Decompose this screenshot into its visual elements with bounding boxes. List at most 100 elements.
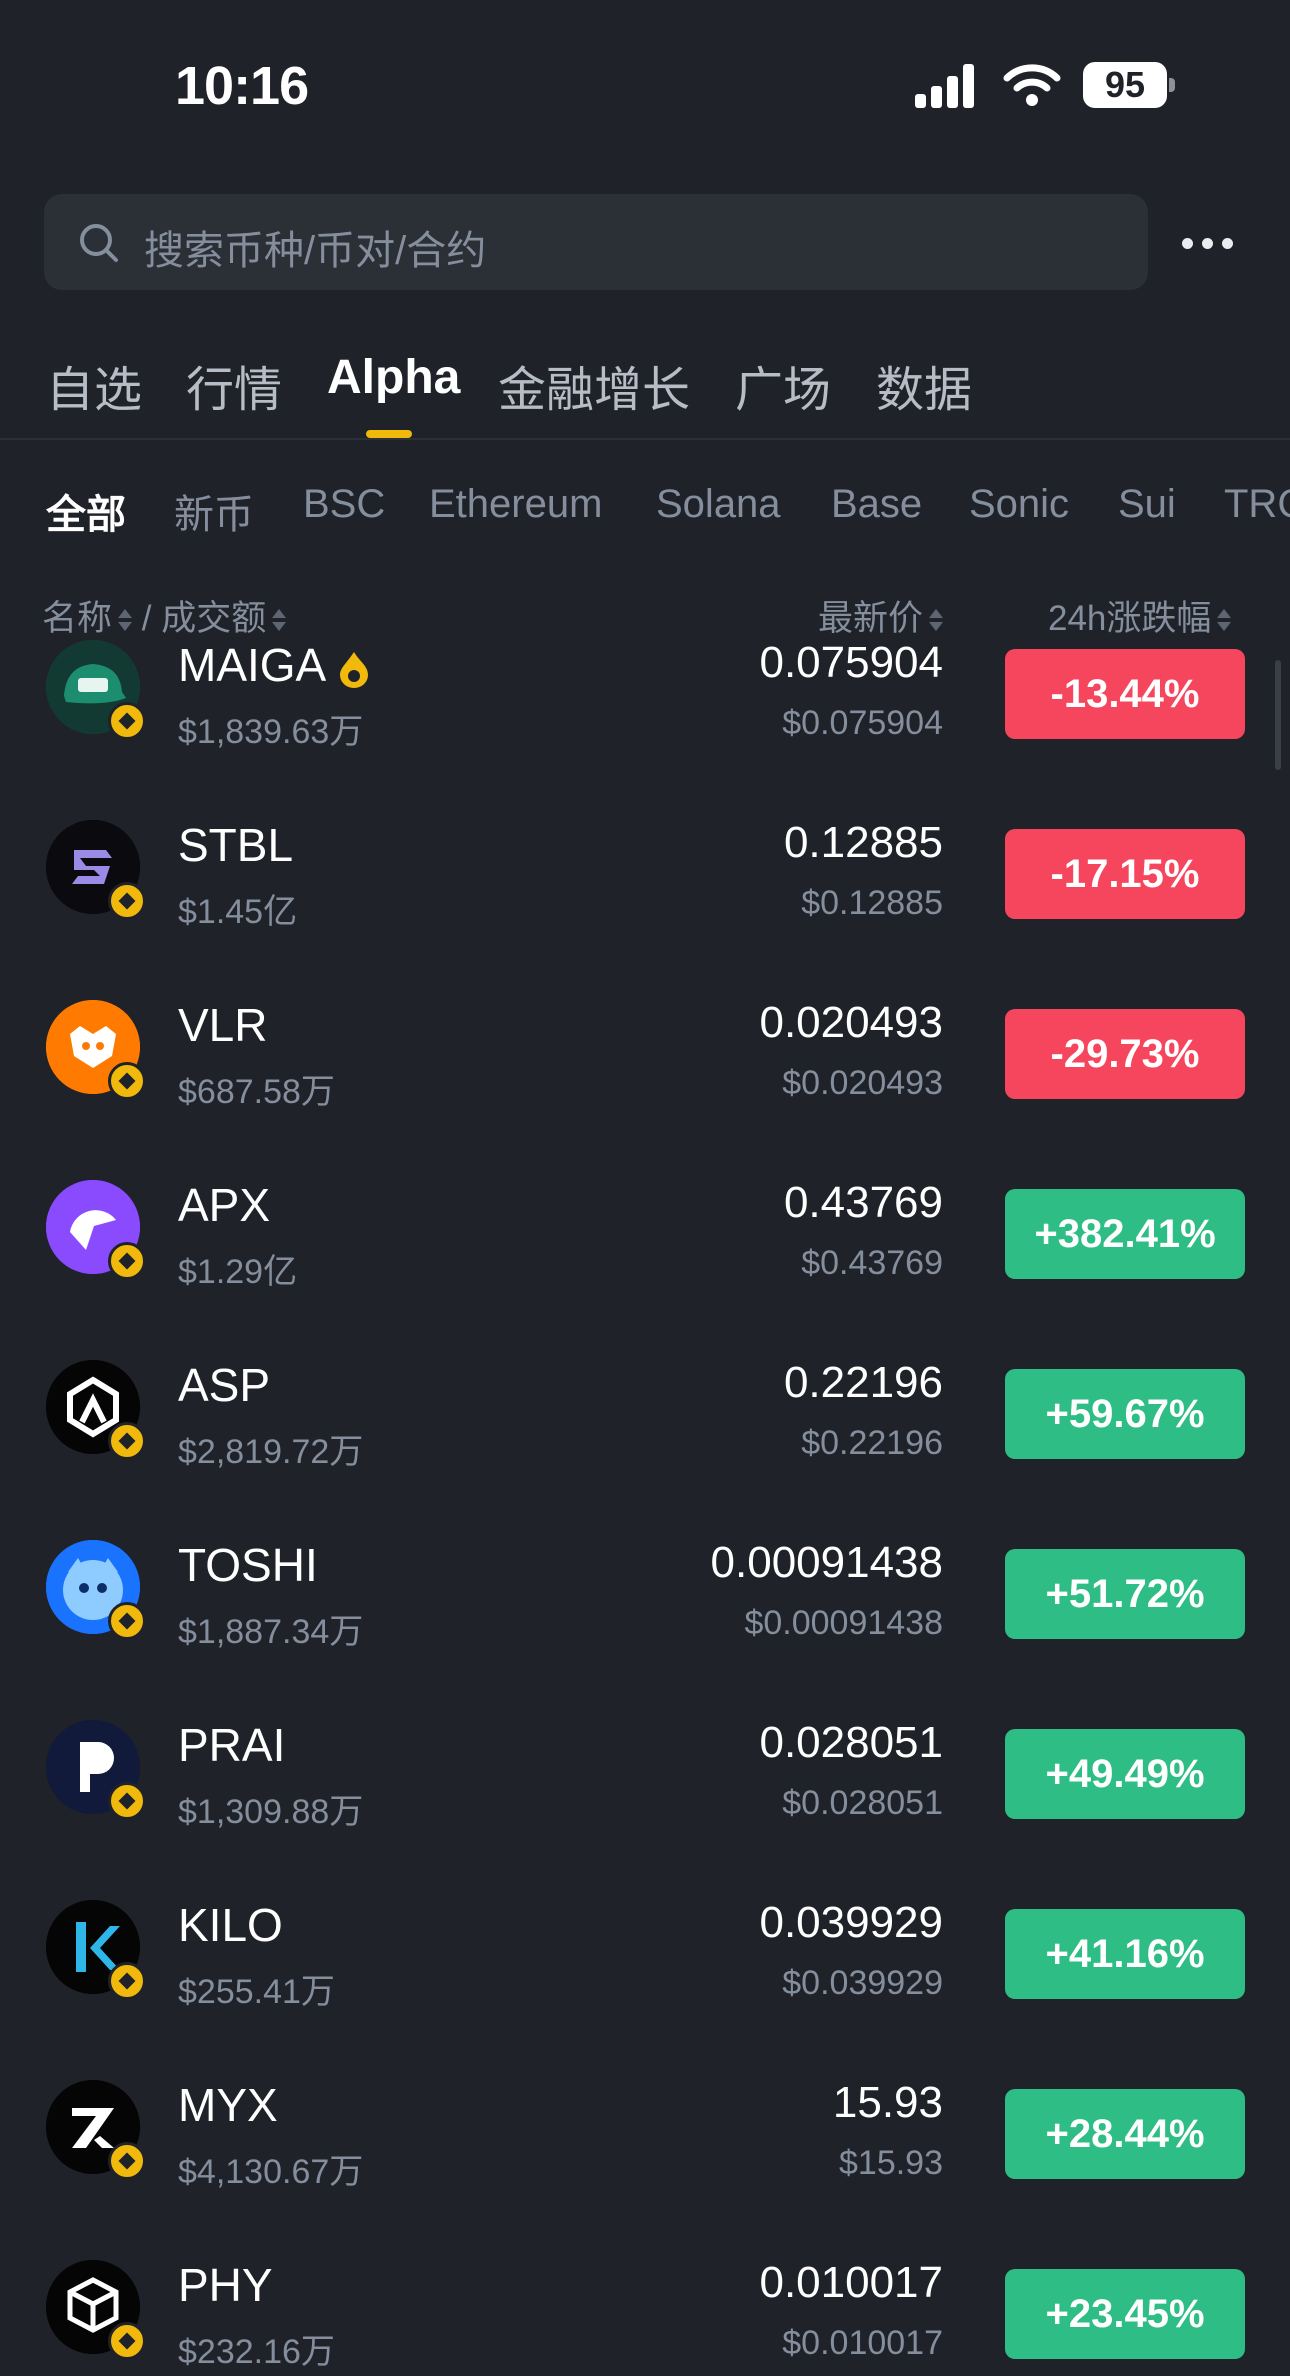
toshi-cat-icon xyxy=(46,1540,146,1640)
tab-data[interactable]: 数据 xyxy=(876,350,972,420)
column-header-name-label: 名称 xyxy=(42,599,113,638)
flame-icon xyxy=(340,651,369,688)
change-badge[interactable]: +382.41% xyxy=(1005,1189,1245,1279)
coin-volume: $255.41万 xyxy=(178,1973,335,2011)
coin-symbol: MAIGA xyxy=(178,640,327,691)
token-row[interactable]: VLR $687.58万 0.020493 $0.020493 -29.73% xyxy=(0,998,1290,1180)
kilo-logo-icon xyxy=(46,1900,146,2000)
phy-logo-icon xyxy=(46,2260,146,2360)
status-bar: 10:16 95 xyxy=(0,0,1290,170)
chain-tab-solana[interactable]: Solana xyxy=(656,482,781,527)
sort-icon xyxy=(270,606,287,636)
tab-watchlist[interactable]: 自选 xyxy=(46,350,142,420)
coin-symbol: TOSHI xyxy=(178,1539,318,1591)
token-row[interactable]: KILO $255.41万 0.039929 $0.039929 +41.16% xyxy=(0,1898,1290,2080)
main-tabs: 自选 行情 Alpha 金融增长 广场 数据 xyxy=(0,330,1290,440)
battery-level: 95 xyxy=(1083,62,1167,108)
coin-symbol: PRAI xyxy=(178,1719,286,1771)
coin-price: 15.93 xyxy=(832,2078,943,2127)
chain-tab-base[interactable]: Base xyxy=(831,482,922,527)
sort-icon xyxy=(927,606,944,636)
bnb-chain-badge-icon xyxy=(108,1602,146,1640)
coin-price-usd: $0.43769 xyxy=(801,1244,943,1282)
coin-price: 0.028051 xyxy=(759,1718,943,1767)
token-row[interactable]: PRAI $1,309.88万 0.028051 $0.028051 +49.4… xyxy=(0,1718,1290,1900)
change-badge[interactable]: +28.44% xyxy=(1005,2089,1245,2179)
token-row[interactable]: PHY $232.16万 0.010017 $0.010017 +23.45% xyxy=(0,2258,1290,2376)
active-tab-indicator xyxy=(366,430,412,438)
coin-price: 0.12885 xyxy=(783,818,943,867)
coin-volume: $232.16万 xyxy=(178,2333,335,2371)
coin-price-usd: $0.12885 xyxy=(801,884,943,922)
bnb-chain-badge-icon xyxy=(108,1422,146,1460)
token-list: MAIGA $1,839.63万 0.075904 $0.075904 -13.… xyxy=(0,640,1290,2376)
coin-volume: $1,887.34万 xyxy=(178,1613,364,1651)
battery-icon: 95 xyxy=(1083,62,1175,108)
coin-name: MAIGA xyxy=(178,640,370,692)
change-badge[interactable]: -17.15% xyxy=(1005,829,1245,919)
change-badge[interactable]: -13.44% xyxy=(1005,649,1245,739)
coin-price: 0.43769 xyxy=(783,1178,943,1227)
apx-logo-icon xyxy=(46,1180,146,1280)
chain-tab-bsc[interactable]: BSC xyxy=(303,482,385,527)
coin-price: 0.075904 xyxy=(759,640,943,687)
coin-volume: $2,819.72万 xyxy=(178,1433,364,1471)
chain-tab-sonic[interactable]: Sonic xyxy=(969,482,1069,527)
coin-symbol: MYX xyxy=(178,2079,278,2131)
change-badge[interactable]: +51.72% xyxy=(1005,1549,1245,1639)
coin-price: 0.00091438 xyxy=(710,1538,943,1587)
more-options-button[interactable] xyxy=(1180,222,1236,262)
wifi-icon xyxy=(1003,64,1061,106)
tab-alpha[interactable]: Alpha xyxy=(327,350,460,405)
chain-tab-all[interactable]: 全部 xyxy=(46,482,126,540)
coin-price-usd: $15.93 xyxy=(839,2144,943,2182)
column-header-name[interactable]: 名称 / 成交额 xyxy=(42,590,287,641)
coin-symbol: APX xyxy=(178,1179,271,1231)
coin-price-usd: $0.020493 xyxy=(782,1064,943,1102)
coin-price: 0.020493 xyxy=(759,998,943,1047)
change-badge[interactable]: +49.49% xyxy=(1005,1729,1245,1819)
tab-markets[interactable]: 行情 xyxy=(186,350,282,420)
chain-tab-sui[interactable]: Sui xyxy=(1118,482,1176,527)
bnb-chain-badge-icon xyxy=(108,1062,146,1100)
search-input[interactable]: 搜索币种/币对/合约 xyxy=(44,194,1148,290)
change-badge[interactable]: -29.73% xyxy=(1005,1009,1245,1099)
coin-price: 0.039929 xyxy=(759,1898,943,1947)
coin-volume: $4,130.67万 xyxy=(178,2153,364,2191)
stbl-logo-icon xyxy=(46,820,146,920)
prai-logo-icon xyxy=(46,1720,146,1820)
vlr-fox-icon xyxy=(46,1000,146,1100)
token-row[interactable]: STBL $1.45亿 0.12885 $0.12885 -17.15% xyxy=(0,818,1290,1000)
change-badge[interactable]: +59.67% xyxy=(1005,1369,1245,1459)
change-badge[interactable]: +23.45% xyxy=(1005,2269,1245,2359)
cellular-signal-icon xyxy=(915,64,981,108)
bnb-chain-badge-icon xyxy=(108,2142,146,2180)
maiga-cap-icon xyxy=(46,640,146,740)
search-placeholder: 搜索币种/币对/合约 xyxy=(144,229,487,273)
column-header-change-label: 24h涨跌幅 xyxy=(1048,599,1212,638)
change-badge[interactable]: +41.16% xyxy=(1005,1909,1245,1999)
column-header-price-label: 最新价 xyxy=(818,599,924,638)
token-row[interactable]: ASP $2,819.72万 0.22196 $0.22196 +59.67% xyxy=(0,1358,1290,1540)
token-row[interactable]: APX $1.29亿 0.43769 $0.43769 +382.41% xyxy=(0,1178,1290,1360)
column-header-volume-label: 成交额 xyxy=(161,599,267,638)
coin-volume: $1.45亿 xyxy=(178,893,298,931)
column-header-price[interactable]: 最新价 xyxy=(818,590,944,641)
token-row[interactable]: MYX $4,130.67万 15.93 $15.93 +28.44% xyxy=(0,2078,1290,2260)
column-header-change[interactable]: 24h涨跌幅 xyxy=(1048,590,1232,641)
coin-price: 0.22196 xyxy=(783,1358,943,1407)
chain-tab-ethereum[interactable]: Ethereum xyxy=(429,482,602,527)
coin-price-usd: $0.22196 xyxy=(801,1424,943,1462)
chain-tab-new[interactable]: 新币 xyxy=(174,482,254,540)
coin-volume: $687.58万 xyxy=(178,1073,335,1111)
chain-tab-trc[interactable]: TRC xyxy=(1224,482,1290,527)
myx-logo-icon xyxy=(46,2080,146,2180)
token-row[interactable]: MAIGA $1,839.63万 0.075904 $0.075904 -13.… xyxy=(0,640,1290,820)
coin-symbol: STBL xyxy=(178,819,294,871)
tab-finance-growth[interactable]: 金融增长 xyxy=(498,350,690,420)
coin-volume: $1,309.88万 xyxy=(178,1793,364,1831)
list-scrollbar[interactable] xyxy=(1275,660,1281,770)
tab-square[interactable]: 广场 xyxy=(735,350,831,420)
bnb-chain-badge-icon xyxy=(108,882,146,920)
token-row[interactable]: TOSHI $1,887.34万 0.00091438 $0.00091438 … xyxy=(0,1538,1290,1720)
